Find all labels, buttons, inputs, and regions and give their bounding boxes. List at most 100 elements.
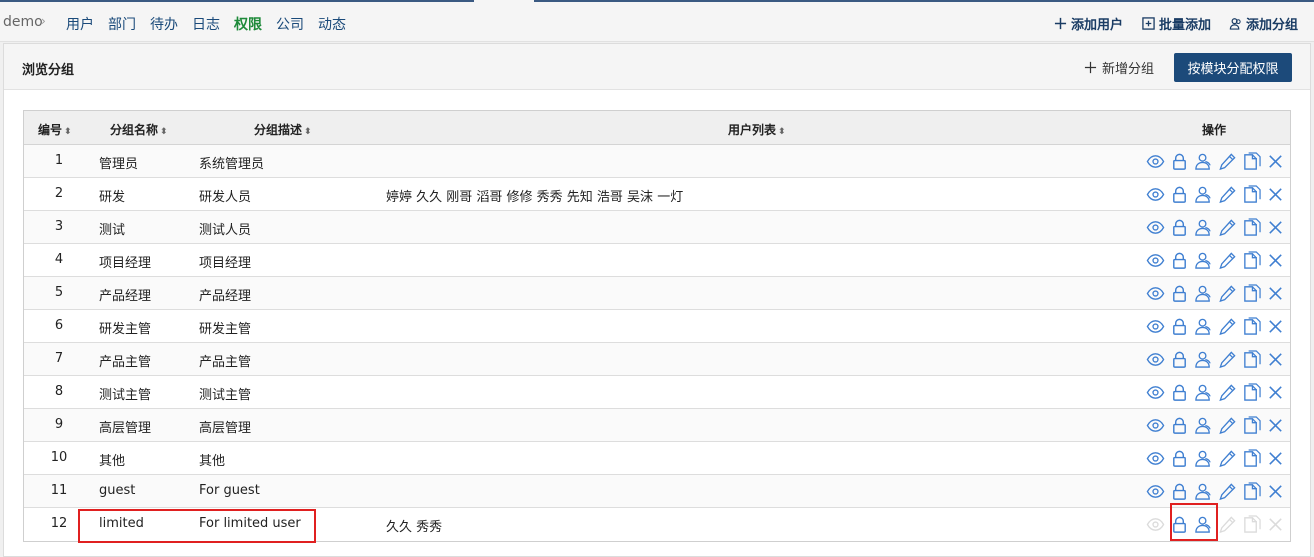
nav-item-dynamics[interactable]: 动态 xyxy=(318,14,346,34)
manage-members-icon[interactable] xyxy=(1193,151,1213,171)
edit-icon[interactable] xyxy=(1217,151,1237,171)
delete-icon[interactable] xyxy=(1265,382,1285,402)
delete-icon[interactable] xyxy=(1265,316,1285,336)
lock-icon[interactable] xyxy=(1169,184,1189,204)
delete-icon[interactable] xyxy=(1265,184,1285,204)
table-row: 6 研发主管 研发主管 xyxy=(24,310,1290,343)
cell-group-desc: 研发人员 xyxy=(199,190,252,205)
edit-icon[interactable] xyxy=(1217,448,1237,468)
cell-group-desc: 产品经理 xyxy=(199,289,252,304)
nav-item-permissions[interactable]: 权限 xyxy=(234,14,262,34)
add-user-button[interactable]: 添加用户 xyxy=(1054,14,1123,33)
view-icon[interactable] xyxy=(1145,316,1165,336)
cell-id: 9 xyxy=(54,417,64,432)
new-group-button[interactable]: 新增分组 xyxy=(1084,58,1154,77)
copy-icon[interactable] xyxy=(1241,151,1261,171)
edit-icon[interactable] xyxy=(1217,217,1237,237)
edit-icon[interactable] xyxy=(1217,283,1237,303)
nav-item-departments[interactable]: 部门 xyxy=(108,14,136,34)
edit-icon[interactable] xyxy=(1217,316,1237,336)
lock-icon[interactable] xyxy=(1169,151,1189,171)
edit-icon[interactable] xyxy=(1217,415,1237,435)
col-desc-header[interactable]: 分组描述 ⬍ xyxy=(254,121,312,138)
nav-item-logs[interactable]: 日志 xyxy=(192,14,220,34)
row-actions xyxy=(1145,316,1285,336)
lock-icon[interactable] xyxy=(1169,250,1189,270)
delete-icon[interactable] xyxy=(1265,349,1285,369)
view-icon[interactable] xyxy=(1145,448,1165,468)
cell-group-name: 研发 xyxy=(99,190,126,205)
breadcrumb-root[interactable]: demo xyxy=(3,14,43,30)
view-icon[interactable] xyxy=(1145,250,1165,270)
col-id-label: 编号 xyxy=(38,123,63,137)
edit-icon[interactable] xyxy=(1217,349,1237,369)
manage-members-icon[interactable] xyxy=(1193,217,1213,237)
table-row: 12 limited For limited user 久久 秀秀 xyxy=(24,508,1290,541)
manage-members-icon[interactable] xyxy=(1193,184,1213,204)
lock-icon[interactable] xyxy=(1169,415,1189,435)
delete-icon[interactable] xyxy=(1265,283,1285,303)
view-icon[interactable] xyxy=(1145,217,1165,237)
manage-members-icon[interactable] xyxy=(1193,316,1213,336)
manage-members-icon[interactable] xyxy=(1193,349,1213,369)
nav-item-todo[interactable]: 待办 xyxy=(150,14,178,34)
delete-icon[interactable] xyxy=(1265,448,1285,468)
group-icon xyxy=(1229,18,1241,30)
copy-icon[interactable] xyxy=(1241,382,1261,402)
batch-add-button[interactable]: 批量添加 xyxy=(1142,14,1211,33)
lock-icon[interactable] xyxy=(1169,217,1189,237)
view-icon[interactable] xyxy=(1145,283,1165,303)
copy-icon[interactable] xyxy=(1241,349,1261,369)
view-icon[interactable] xyxy=(1145,382,1165,402)
view-icon[interactable] xyxy=(1145,415,1165,435)
copy-icon[interactable] xyxy=(1241,415,1261,435)
lock-icon[interactable] xyxy=(1169,316,1189,336)
add-group-button[interactable]: 添加分组 xyxy=(1229,14,1298,33)
lock-icon[interactable] xyxy=(1169,514,1189,534)
row-actions xyxy=(1145,349,1285,369)
table-row: 4 项目经理 项目经理 xyxy=(24,244,1290,277)
delete-icon[interactable] xyxy=(1265,415,1285,435)
edit-icon[interactable] xyxy=(1217,481,1237,501)
copy-icon[interactable] xyxy=(1241,250,1261,270)
panel-title: 浏览分组 xyxy=(22,63,75,78)
assign-by-module-button[interactable]: 按模块分配权限 xyxy=(1174,53,1292,82)
edit-icon[interactable] xyxy=(1217,382,1237,402)
lock-icon[interactable] xyxy=(1169,382,1189,402)
copy-icon[interactable] xyxy=(1241,316,1261,336)
lock-icon[interactable] xyxy=(1169,481,1189,501)
manage-members-icon[interactable] xyxy=(1193,415,1213,435)
copy-icon[interactable] xyxy=(1241,481,1261,501)
manage-members-icon[interactable] xyxy=(1193,481,1213,501)
nav-item-company[interactable]: 公司 xyxy=(276,14,304,34)
cell-group-desc: For limited user xyxy=(199,516,301,531)
delete-icon[interactable] xyxy=(1265,217,1285,237)
delete-icon[interactable] xyxy=(1265,151,1285,171)
col-id-header[interactable]: 编号 ⬍ xyxy=(38,121,72,138)
view-icon[interactable] xyxy=(1145,481,1165,501)
delete-icon[interactable] xyxy=(1265,481,1285,501)
edit-icon[interactable] xyxy=(1217,184,1237,204)
copy-icon[interactable] xyxy=(1241,217,1261,237)
view-icon[interactable] xyxy=(1145,349,1165,369)
manage-members-icon[interactable] xyxy=(1193,250,1213,270)
manage-members-icon[interactable] xyxy=(1193,514,1213,534)
cell-id: 7 xyxy=(54,351,64,366)
table-header: 编号 ⬍ 分组名称 ⬍ 分组描述 ⬍ 用户列表 ⬍ 操作 xyxy=(24,111,1290,145)
delete-icon[interactable] xyxy=(1265,250,1285,270)
manage-members-icon[interactable] xyxy=(1193,382,1213,402)
lock-icon[interactable] xyxy=(1169,448,1189,468)
lock-icon[interactable] xyxy=(1169,349,1189,369)
view-icon[interactable] xyxy=(1145,184,1165,204)
manage-members-icon[interactable] xyxy=(1193,283,1213,303)
copy-icon[interactable] xyxy=(1241,184,1261,204)
manage-members-icon[interactable] xyxy=(1193,448,1213,468)
col-users-header[interactable]: 用户列表 ⬍ xyxy=(728,121,786,138)
nav-item-users[interactable]: 用户 xyxy=(66,14,94,34)
view-icon[interactable] xyxy=(1145,151,1165,171)
copy-icon[interactable] xyxy=(1241,448,1261,468)
copy-icon[interactable] xyxy=(1241,283,1261,303)
col-name-header[interactable]: 分组名称 ⬍ xyxy=(110,121,168,138)
lock-icon[interactable] xyxy=(1169,283,1189,303)
edit-icon[interactable] xyxy=(1217,250,1237,270)
